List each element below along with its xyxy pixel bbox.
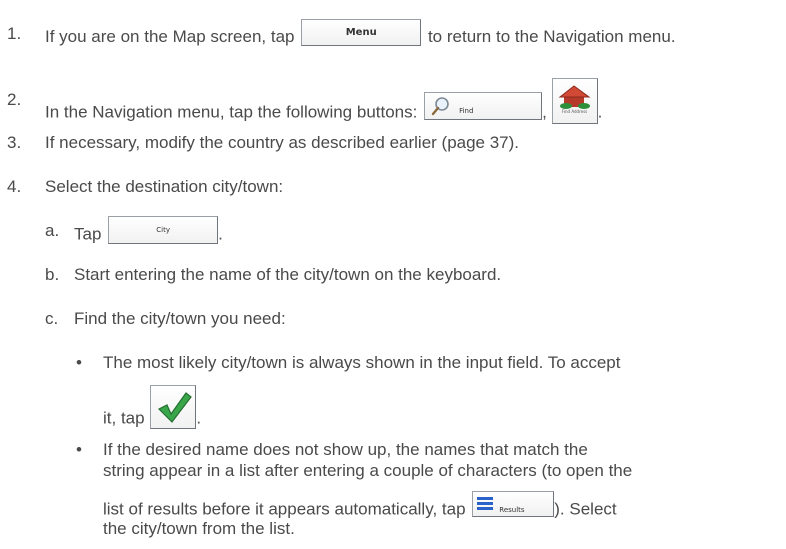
- step-number: 2.: [7, 90, 22, 109]
- substep-text: Tap: [74, 224, 102, 244]
- bullet-2-line-2: string appear in a list after entering a…: [103, 461, 633, 480]
- menu-button[interactable]: Menu: [301, 19, 422, 46]
- substep-b: Start entering the name of the city/town…: [74, 265, 502, 284]
- step-1: If you are on the Map screen, tap Menu t…: [45, 19, 676, 51]
- step-number: 4.: [7, 177, 22, 196]
- step-text: to return to the Navigation menu.: [427, 26, 676, 46]
- accept-button[interactable]: [150, 385, 197, 429]
- step-4: Select the destination city/town:: [45, 177, 284, 196]
- results-button[interactable]: Results: [472, 491, 555, 517]
- period: .: [218, 224, 223, 244]
- find-address-button[interactable]: Find Address: [551, 78, 598, 124]
- step-3: If necessary, modify the country as desc…: [45, 133, 520, 152]
- bullet-1-line-1: The most likely city/town is always show…: [103, 353, 621, 372]
- list-icon: [477, 497, 494, 510]
- step-number: 3.: [7, 133, 22, 152]
- bullet-2-line-1: If the desired name does not show up, th…: [103, 440, 588, 459]
- bullet-2-line-4: the city/town from the list.: [103, 519, 295, 538]
- checkmark-icon: [158, 392, 193, 423]
- substep-letter: a.: [45, 221, 60, 240]
- magnifier-icon: [431, 97, 449, 116]
- city-button[interactable]: City: [108, 216, 219, 244]
- substep-c: Find the city/town you need:: [74, 309, 286, 328]
- bullet-1-line-2: it, tap .: [103, 385, 201, 441]
- substep-letter: b.: [45, 265, 60, 284]
- find-button[interactable]: Find: [424, 92, 543, 120]
- step-text: In the Navigation menu, tap the followin…: [45, 102, 418, 122]
- bullet-mark: •: [76, 353, 82, 372]
- step-2: In the Navigation menu, tap the followin…: [45, 78, 603, 136]
- bullet-mark: •: [76, 440, 82, 459]
- period: .: [597, 102, 603, 122]
- separator: ,: [542, 102, 547, 122]
- step-text: If you are on the Map screen, tap: [45, 26, 295, 46]
- substep-letter: c.: [45, 309, 59, 328]
- substep-a: Tap City .: [74, 216, 223, 249]
- step-number: 1.: [7, 24, 22, 43]
